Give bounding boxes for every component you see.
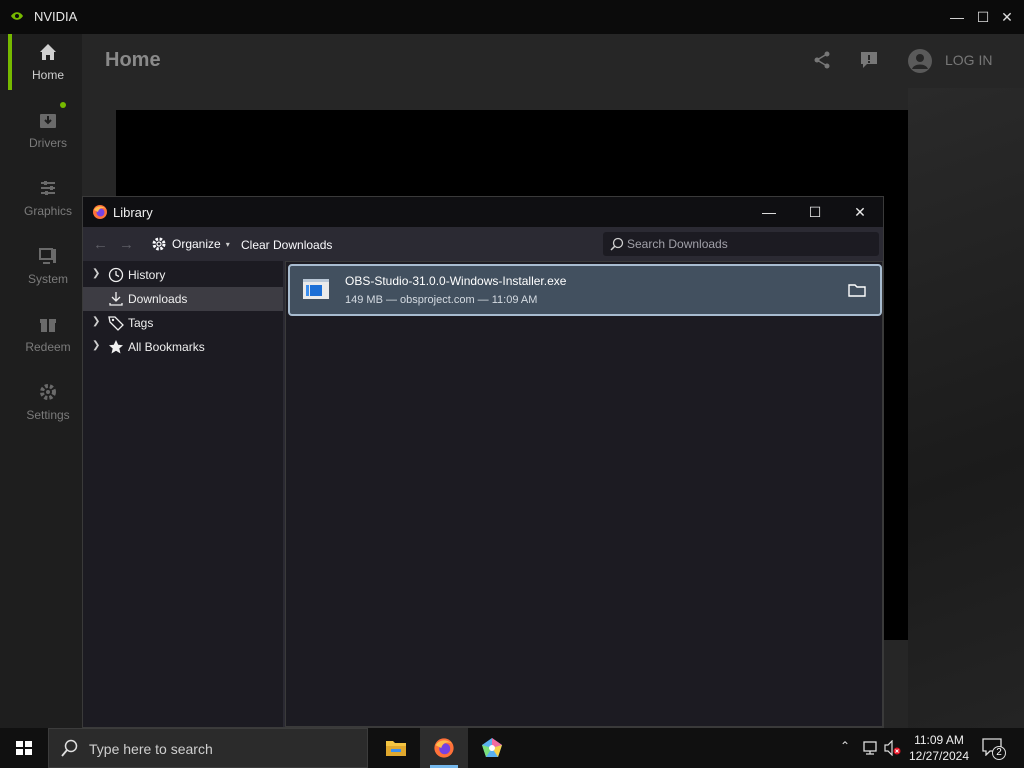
tree-item-label: History [128,268,166,282]
sidebar-item-drivers[interactable]: Drivers [0,102,82,170]
library-title: Library [113,205,153,220]
taskbar: Type here to search ⌃ 11:09 AM 12/27/202… [0,728,1024,768]
expand-arrow-icon[interactable]: ❯ [92,316,100,327]
organize-label: Organize [172,237,221,251]
chevron-up-icon[interactable]: ⌃ [840,739,850,753]
nvidia-logo-icon [11,12,23,20]
chevron-down-icon: ▾ [225,239,230,249]
taskbar-clock[interactable]: 11:09 AM 12/27/2024 [900,732,978,764]
expand-arrow-icon[interactable]: ❯ [92,340,100,351]
tree-item-label: Tags [128,316,154,330]
window-title: NVIDIA [34,9,78,24]
library-toolbar: ← → Organize ▾ Clear Downloads [83,227,883,261]
avatar-icon[interactable] [907,48,933,74]
notification-count-badge: 2 [992,746,1006,760]
sliders-icon [41,181,55,195]
taskbar-search-placeholder: Type here to search [89,741,213,757]
system-tray: ⌃ [836,728,901,768]
library-titlebar: Library — ☐ ✕ [83,197,883,227]
library-close-button[interactable]: ✕ [848,201,872,223]
search-icon [610,237,624,251]
firefox-icon [434,738,454,758]
sidebar-item-system[interactable]: System [0,238,82,306]
library-tree: ❯ History Downloads ❯ Tags ❯ All Bookmar… [83,261,283,727]
maximize-button[interactable]: ☐ [972,6,994,28]
tag-icon [108,316,124,331]
nvidia-sidebar: Home Drivers Graphics System Redeem Sett… [0,34,82,728]
app-taskbar-button[interactable] [468,728,516,768]
gift-icon [40,319,56,332]
firefox-icon [93,205,107,219]
clock-icon [108,267,124,283]
taskbar-search[interactable]: Type here to search [48,728,368,768]
sidebar-item-home[interactable]: Home [0,34,82,102]
download-filename: OBS-Studio-31.0.0-Windows-Installer.exe [345,274,567,288]
monitor-icon [39,248,56,264]
download-icon [40,114,56,128]
tree-item-label: Downloads [128,292,188,306]
forward-arrow-icon[interactable]: → [119,236,134,253]
tree-item-history[interactable]: ❯ History [83,263,283,287]
installer-file-icon [303,279,329,299]
clock-time: 11:09 AM [914,733,964,747]
downloads-list: OBS-Studio-31.0.0-Windows-Installer.exe … [285,261,883,727]
expand-arrow-icon[interactable]: ❯ [92,268,100,279]
sidebar-item-settings[interactable]: Settings [0,374,82,442]
search-box [603,232,879,256]
clear-downloads-button[interactable]: Clear Downloads [241,238,332,252]
network-icon[interactable] [862,740,880,756]
download-item[interactable]: OBS-Studio-31.0.0-Windows-Installer.exe … [288,264,882,316]
tree-item-downloads[interactable]: Downloads [83,287,283,311]
tree-item-label: All Bookmarks [128,340,205,354]
firefox-taskbar-button[interactable] [420,728,468,768]
minimize-button[interactable]: — [946,6,968,28]
library-maximize-button[interactable]: ☐ [803,201,827,223]
star-icon [109,340,123,354]
library-window: Library — ☐ ✕ ← → Organize ▾ Clear Downl… [82,196,884,728]
gear-icon [152,237,166,251]
file-explorer-button[interactable] [372,728,420,768]
login-button[interactable]: LOG IN [945,52,992,68]
clock-date: 12/27/2024 [908,749,970,763]
windows-start-icon[interactable] [0,728,48,768]
tree-item-tags[interactable]: ❯ Tags [83,311,283,335]
back-arrow-icon[interactable]: ← [93,236,108,253]
notifications-button[interactable]: 2 [982,736,1006,760]
download-meta: 149 MB — obsproject.com — 11:09 AM [345,294,538,306]
update-badge [60,102,66,108]
sidebar-item-graphics[interactable]: Graphics [0,170,82,238]
library-minimize-button[interactable]: — [757,201,781,223]
sidebar-item-redeem[interactable]: Redeem [0,306,82,374]
search-input[interactable] [627,235,867,253]
gear-icon [40,384,56,400]
page-title: Home [105,49,161,71]
share-icon[interactable] [812,50,832,70]
search-icon [61,739,78,757]
app-icon [482,738,502,757]
tree-item-all-bookmarks[interactable]: ❯ All Bookmarks [83,335,283,359]
background-art [908,88,1024,728]
close-button[interactable]: ✕ [996,6,1018,28]
home-icon [40,44,56,60]
download-icon [109,292,123,306]
organize-button[interactable]: Organize ▾ [151,234,230,254]
folder-icon[interactable] [848,282,866,298]
nvidia-titlebar: NVIDIA — ☐ ✕ [0,0,1024,34]
folder-icon [386,741,406,756]
feedback-icon[interactable] [859,50,879,70]
